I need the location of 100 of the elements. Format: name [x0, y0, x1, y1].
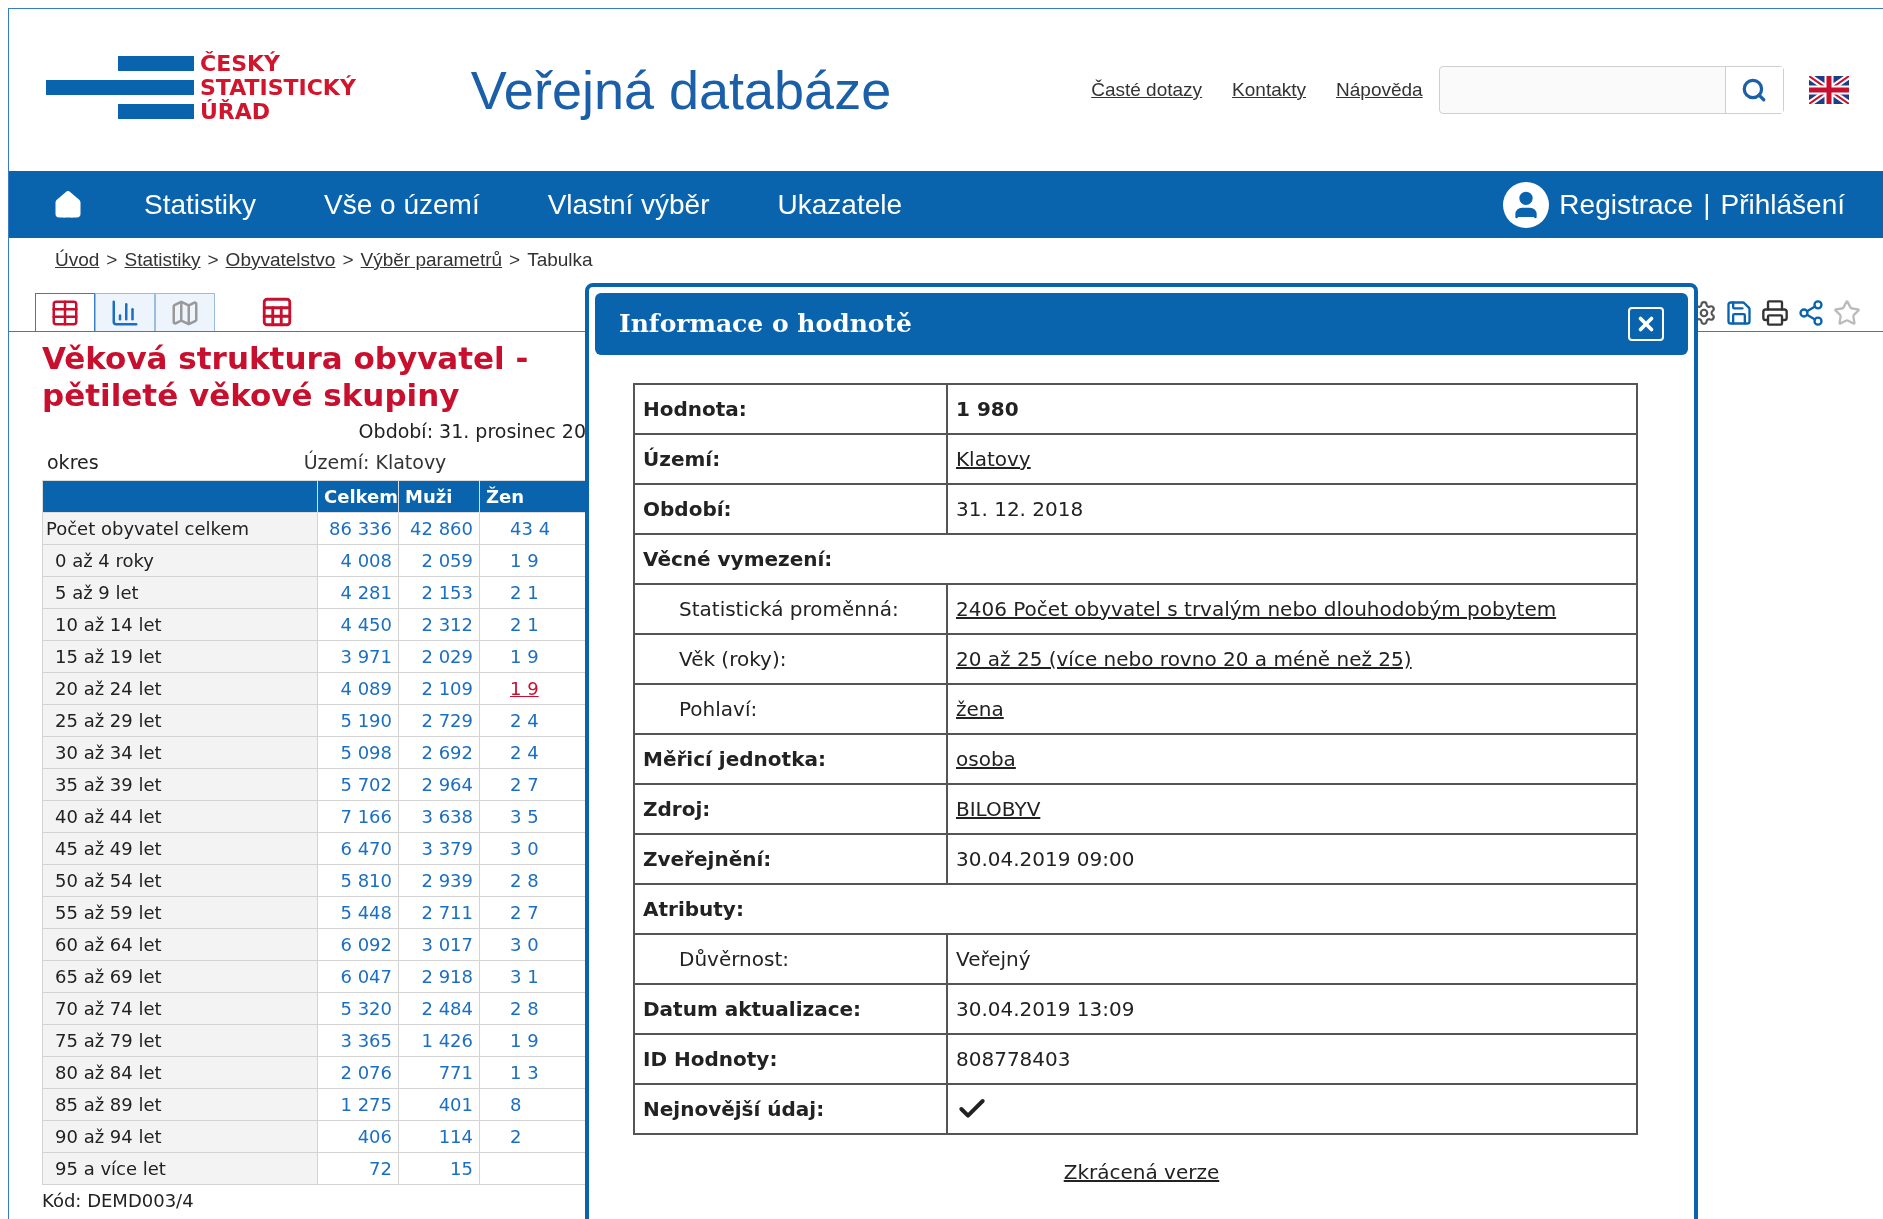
table-cell[interactable]: 3 017: [398, 928, 480, 961]
table-cell[interactable]: 1 426: [398, 1024, 480, 1057]
field-value: 808778403: [947, 1034, 1637, 1084]
search-field[interactable]: [1438, 66, 1784, 114]
search-button[interactable]: [1724, 67, 1783, 113]
breadcrumb-link[interactable]: Statistiky: [124, 245, 201, 275]
table-cell[interactable]: 2 729: [398, 704, 480, 737]
nav-item[interactable]: Vlastní výběr: [513, 183, 744, 226]
field-label: Pohlaví:: [634, 684, 947, 734]
dialog-title: Informace o hodnotě: [619, 308, 912, 341]
table-cell[interactable]: 3 365: [317, 1024, 399, 1057]
save-icon[interactable]: [1725, 299, 1753, 327]
field-label: Statistická proměnná:: [634, 584, 947, 634]
field-label: Zveřejnění:: [634, 834, 947, 884]
breadcrumb-link[interactable]: Obyvatelstvo: [225, 245, 336, 275]
field-label: Věk (roky):: [634, 634, 947, 684]
nav-link[interactable]: Přihlášení: [1720, 183, 1845, 226]
row-label: 85 až 89 let: [42, 1088, 318, 1121]
row-label: 35 až 39 let: [42, 768, 318, 801]
table-cell[interactable]: 401: [398, 1088, 480, 1121]
nav-item[interactable]: Ukazatele: [743, 183, 937, 226]
table-cell[interactable]: 2 029: [398, 640, 480, 673]
header-link[interactable]: Nápověda: [1336, 75, 1423, 105]
value-link[interactable]: 2406 Počet obyvatel s trvalým nebo dlouhodobým pobytem: [947, 584, 1637, 634]
table-cell[interactable]: 2 312: [398, 608, 480, 641]
field-label: Měřicí jednotka:: [634, 734, 947, 784]
table-cell[interactable]: 2 109: [398, 672, 480, 705]
table-cell[interactable]: 114: [398, 1120, 480, 1153]
value-link[interactable]: osoba: [947, 734, 1637, 784]
table-cell[interactable]: 1 275: [317, 1088, 399, 1121]
table-cell[interactable]: 2 918: [398, 960, 480, 993]
row-label: 60 až 64 let: [42, 928, 318, 961]
table-cell[interactable]: 3 379: [398, 832, 480, 865]
row-label: 75 až 79 let: [42, 1024, 318, 1057]
table-cell[interactable]: 2 939: [398, 864, 480, 897]
home-icon[interactable]: [53, 189, 83, 220]
table-cell[interactable]: 2 076: [317, 1056, 399, 1089]
header-link[interactable]: Kontakty: [1232, 75, 1307, 105]
area-text: Území: Klatovy: [303, 449, 447, 475]
value-link[interactable]: žena: [947, 684, 1637, 734]
table-cell[interactable]: 5 448: [317, 896, 399, 929]
view-tab[interactable]: [35, 293, 95, 331]
row-label: 55 až 59 let: [42, 896, 318, 929]
value-link[interactable]: 20 až 25 (více nebo rovno 20 a méně než 25): [947, 634, 1637, 684]
table-cell[interactable]: 6 470: [317, 832, 399, 865]
table-cell[interactable]: 5 098: [317, 736, 399, 769]
section-label: Atributy:: [634, 884, 1637, 934]
table-cell[interactable]: 406: [317, 1120, 399, 1153]
view-tab[interactable]: [155, 293, 215, 331]
table-cell[interactable]: 15: [398, 1152, 480, 1185]
logo-text: ČESKÝ: [200, 52, 280, 76]
table-cell[interactable]: 72: [317, 1152, 399, 1185]
print-icon[interactable]: [1761, 299, 1789, 327]
table-cell[interactable]: 2 484: [398, 992, 480, 1025]
flag-icon[interactable]: [1808, 76, 1849, 104]
table-cell[interactable]: 771: [398, 1056, 480, 1089]
share-icon[interactable]: [1797, 299, 1825, 327]
table-cell[interactable]: 7 166: [317, 800, 399, 833]
table-cell[interactable]: 5 810: [317, 864, 399, 897]
short-version-link[interactable]: Zkrácená verze: [1063, 1157, 1220, 1187]
logo[interactable]: ČESKÝ STATISTICKÝ ÚŘAD: [46, 52, 356, 124]
period-text: Období: 31. prosinec 20: [358, 419, 586, 444]
value-link[interactable]: Klatovy: [947, 434, 1637, 484]
row-label: Počet obyvatel celkem: [42, 512, 318, 545]
table-cell[interactable]: 4 281: [317, 576, 399, 609]
table-cell[interactable]: 5 702: [317, 768, 399, 801]
header-link[interactable]: Časté dotazy: [1091, 75, 1203, 105]
nav-link[interactable]: Registrace: [1559, 183, 1694, 226]
field-label: Území:: [634, 434, 947, 484]
table-cell[interactable]: 2 059: [398, 544, 480, 577]
table-cell[interactable]: 3 638: [398, 800, 480, 833]
star-icon[interactable]: [1833, 299, 1861, 327]
table-cell[interactable]: 5 190: [317, 704, 399, 737]
table-cell[interactable]: 4 089: [317, 672, 399, 705]
table-cell[interactable]: 4 450: [317, 608, 399, 641]
field-label: Nejnovější údaj:: [634, 1084, 947, 1134]
row-label: 90 až 94 let: [42, 1120, 318, 1153]
table-cell[interactable]: 2 964: [398, 768, 480, 801]
table-cell[interactable]: 3 971: [317, 640, 399, 673]
view-tab[interactable]: [95, 293, 155, 331]
table-cell[interactable]: 5 320: [317, 992, 399, 1025]
table-cell[interactable]: 2 711: [398, 896, 480, 929]
table-cell[interactable]: 6 047: [317, 960, 399, 993]
row-label: 50 až 54 let: [42, 864, 318, 897]
row-label: 20 až 24 let: [42, 672, 318, 705]
nav-item[interactable]: Vše o území: [290, 183, 514, 226]
table-cell[interactable]: 86 336: [317, 512, 399, 545]
nav-item[interactable]: Statistiky: [110, 183, 291, 226]
table-settings-icon[interactable]: [260, 295, 294, 329]
table-cell[interactable]: 2 692: [398, 736, 480, 769]
close-button[interactable]: [1628, 307, 1664, 341]
table-cell[interactable]: 2 153: [398, 576, 480, 609]
breadcrumb-link[interactable]: Výběr parametrů: [360, 245, 503, 275]
table-cell[interactable]: 42 860: [398, 512, 480, 545]
table-cell[interactable]: 4 008: [317, 544, 399, 577]
table-cell[interactable]: 6 092: [317, 928, 399, 961]
breadcrumb-link[interactable]: Úvod: [55, 245, 100, 275]
value-link[interactable]: BILOBYV: [947, 784, 1637, 834]
row-label: 40 až 44 let: [42, 800, 318, 833]
field-label: Hodnota:: [634, 384, 947, 434]
